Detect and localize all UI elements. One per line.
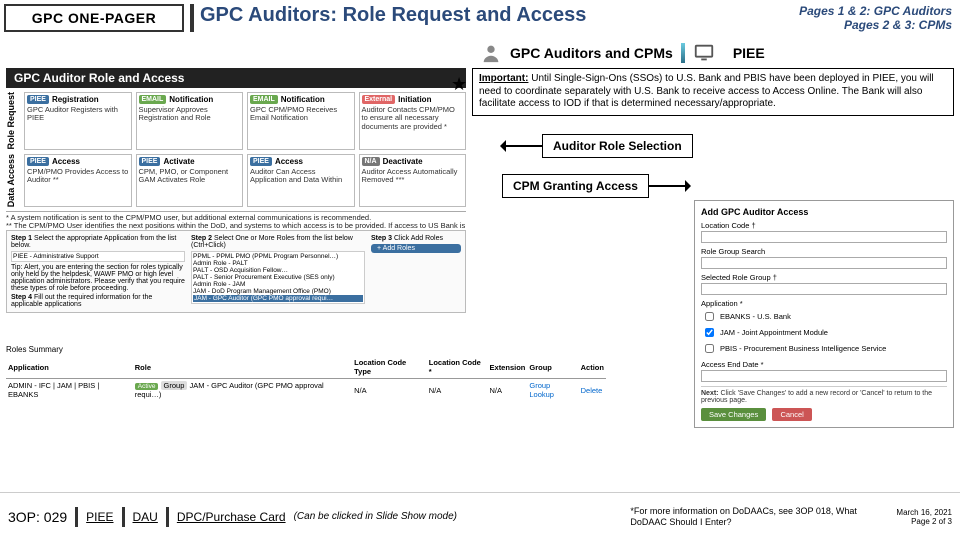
flow-cell: PIEEActivateCPM, PMO, or Component GAM A… [136, 154, 244, 207]
subheader-label-1: GPC Auditors and CPMs [510, 45, 673, 61]
cancel-button[interactable]: Cancel [772, 408, 811, 421]
callout-auditor-role: Auditor Role Selection [542, 134, 693, 158]
row1-label: Role Request [6, 92, 20, 150]
col-header: Action [579, 356, 606, 379]
step4-h: Step 4 [11, 294, 32, 301]
col-header: Location Code * [427, 356, 488, 379]
step1-tip: Tip: Alert, you are entering the section… [11, 264, 185, 292]
col-header: Extension [488, 356, 528, 379]
arrow-right-icon [649, 185, 689, 187]
group-badge: Group [161, 381, 188, 390]
cb-jam-label: JAM - Joint Appointment Module [720, 328, 828, 337]
flow-cell: PIEEAccessAuditor Can Access Application… [247, 154, 355, 207]
col-header: Application [6, 356, 133, 379]
flow-cell: PIEEAccessCPM/PMO Provides Access to Aud… [24, 154, 132, 207]
flowchart-title: GPC Auditor Role and Access [6, 68, 466, 88]
user-icon [480, 42, 502, 64]
col-header: Group [527, 356, 578, 379]
loc-label: Location Code † [701, 221, 947, 230]
footer-div3 [166, 507, 169, 527]
selected-role-group-input[interactable] [701, 283, 947, 295]
page-title: GPC Auditors: Role Request and Access [200, 0, 799, 27]
flow-cell: PIEERegistrationGPC Auditor Registers wi… [24, 92, 132, 150]
step3-h: Step 3 [371, 235, 392, 242]
group-lookup-link[interactable]: Group Lookup [529, 381, 554, 399]
row2-label: Data Access [6, 154, 20, 207]
footer-right-note: *For more information on DoDAACs, see 3O… [630, 506, 880, 528]
end-date-label: Access End Date * [701, 360, 947, 369]
footer-div1 [75, 507, 78, 527]
app-label: Application * [701, 299, 947, 308]
cell-lct: N/A [352, 379, 427, 402]
col-header: Location Code Type [352, 356, 427, 379]
location-code-input[interactable] [701, 231, 947, 243]
header-divider [190, 4, 194, 32]
monitor-icon [693, 42, 715, 64]
callout-cpm-access: CPM Granting Access [502, 174, 649, 198]
role-list[interactable]: PPML - PPML PMO (PPML Program Personnel…… [191, 251, 365, 304]
flow-cell: N/ADeactivateAuditor Access Automaticall… [359, 154, 467, 207]
doc-code: 3OP: 029 [8, 509, 67, 525]
cb-jam[interactable] [705, 328, 714, 337]
save-button[interactable]: Save Changes [701, 408, 766, 421]
step4-text: Fill out the required information for th… [11, 294, 152, 308]
page-ref: Pages 1 & 2: GPC Auditors Pages 2 & 3: C… [799, 0, 960, 32]
footer-div2 [122, 507, 125, 527]
important-text: Until Single-Sign-Ons (SSOs) to U.S. Ban… [479, 73, 934, 109]
step3-text: Click Add Roles [394, 235, 443, 242]
col-header: Role [133, 356, 352, 379]
role-group-search-input[interactable] [701, 257, 947, 269]
delete-link[interactable]: Delete [581, 386, 603, 395]
important-label: Important: [479, 73, 528, 84]
add-access-panel: Add GPC Auditor Access Location Code † R… [694, 200, 954, 428]
subheader-divider [681, 43, 685, 63]
onepager-badge: GPC ONE-PAGER [4, 4, 184, 32]
cb-pbis[interactable] [705, 344, 714, 353]
panel-title: Add GPC Auditor Access [701, 207, 947, 217]
table-row: ADMIN - IFC | JAM | PBIS | EBANKS Active… [6, 379, 606, 402]
app-select[interactable]: PIEE - Administrative Support [11, 251, 185, 262]
panel-hint: Next: Click 'Save Changes' to add a new … [701, 386, 947, 404]
link-dpc[interactable]: DPC/Purchase Card [177, 510, 286, 524]
footer-date: March 16, 2021Page 2 of 3 [896, 508, 952, 526]
step1-h: Step 1 [11, 235, 32, 242]
page-ref-2: Pages 2 & 3: CPMs [799, 18, 952, 32]
page-ref-1: Pages 1 & 2: GPC Auditors [799, 4, 952, 18]
status-badge: Active [135, 383, 159, 390]
subheader-label-2: PIEE [733, 45, 765, 61]
footer-note: (Can be clicked in Slide Show mode) [294, 511, 457, 522]
cb-ebanks[interactable] [705, 312, 714, 321]
step2-text: Select One or More Roles from the list b… [191, 235, 353, 249]
step1-text: Select the appropriate Application from … [11, 235, 176, 249]
step2-h: Step 2 [191, 235, 212, 242]
cb-ebanks-label: EBANKS - U.S. Bank [720, 312, 791, 321]
flow-cell: EMAILNotificationSupervisor Approves Reg… [136, 92, 244, 150]
roles-summary: Roles Summary ApplicationRoleLocation Co… [6, 345, 606, 401]
important-note: ★ Important: Until Single-Sign-Ons (SSOs… [472, 68, 954, 116]
srg-label: Selected Role Group † [701, 273, 947, 282]
flow-cell: EMAILNotificationGPC CPM/PMO Receives Em… [247, 92, 355, 150]
flow-cell: ExternalInitiationAuditor Contacts CPM/P… [359, 92, 467, 150]
link-piee[interactable]: PIEE [86, 510, 113, 524]
star-icon: ★ [451, 73, 467, 96]
link-dau[interactable]: DAU [133, 510, 158, 524]
cell-role: Active Group JAM - GPC Auditor (GPC PMO … [133, 379, 352, 402]
add-roles-button[interactable]: + Add Roles [371, 244, 461, 253]
end-date-input[interactable] [701, 370, 947, 382]
summary-title: Roles Summary [6, 345, 606, 354]
rgs-label: Role Group Search [701, 247, 947, 256]
cb-pbis-label: PBIS - Procurement Business Intelligence… [720, 344, 886, 353]
cell-ext: N/A [488, 379, 528, 402]
arrow-left-icon [502, 145, 542, 147]
cell-lc: N/A [427, 379, 488, 402]
steps-screenshot: Step 1 Select the appropriate Applicatio… [6, 230, 466, 313]
cell-app: ADMIN - IFC | JAM | PBIS | EBANKS [6, 379, 133, 402]
